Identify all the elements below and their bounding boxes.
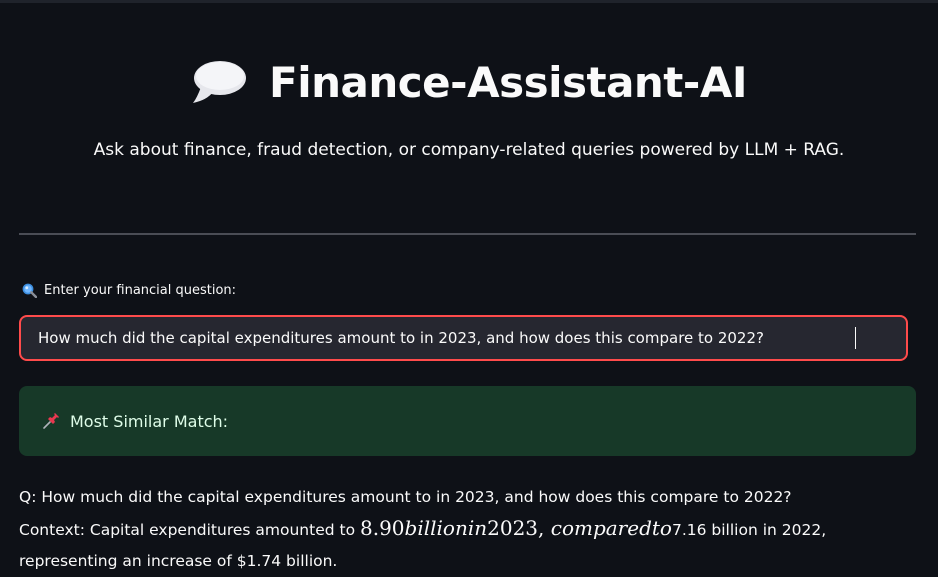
math-comma: ,	[538, 516, 551, 540]
result-text: Q: How much did the capital expenditures…	[19, 482, 924, 577]
result-context-line: Context: Capital expenditures amounted t…	[19, 513, 924, 546]
result-increase-line: representing an increase of $1.74 billio…	[19, 552, 338, 570]
question-label: Enter your financial question:	[22, 283, 237, 299]
math-italic-comparedto: comparedto	[550, 516, 672, 540]
magnifier-icon	[22, 283, 38, 299]
question-input-container[interactable]	[19, 315, 908, 361]
speech-bubble-icon	[191, 58, 247, 106]
question-label-text: Enter your financial question:	[44, 283, 237, 298]
result-question-line: Q: How much did the capital expenditures…	[19, 488, 792, 506]
section-divider	[19, 233, 916, 235]
context-prefix: Context: Capital expenditures amounted t…	[19, 521, 360, 539]
question-input[interactable]	[38, 329, 898, 347]
math-italic-billionin: billionin	[404, 516, 488, 540]
title-row: Finance-Assistant-AI	[0, 52, 938, 112]
match-label: Most Similar Match:	[70, 411, 229, 431]
context-suffix: 7.16 billion in 2022,	[671, 521, 827, 539]
page-title: Finance-Assistant-AI	[269, 57, 747, 107]
most-similar-match-alert: Most Similar Match:	[19, 386, 916, 456]
pushpin-icon	[41, 411, 61, 431]
math-number: 8.90	[360, 516, 405, 540]
math-year: 2023	[487, 516, 539, 540]
page-subtitle: Ask about finance, fraud detection, or c…	[93, 140, 845, 160]
app-page: Finance-Assistant-AI Ask about finance, …	[0, 0, 938, 577]
top-decoration-bar	[0, 0, 938, 3]
text-caret	[855, 327, 856, 349]
